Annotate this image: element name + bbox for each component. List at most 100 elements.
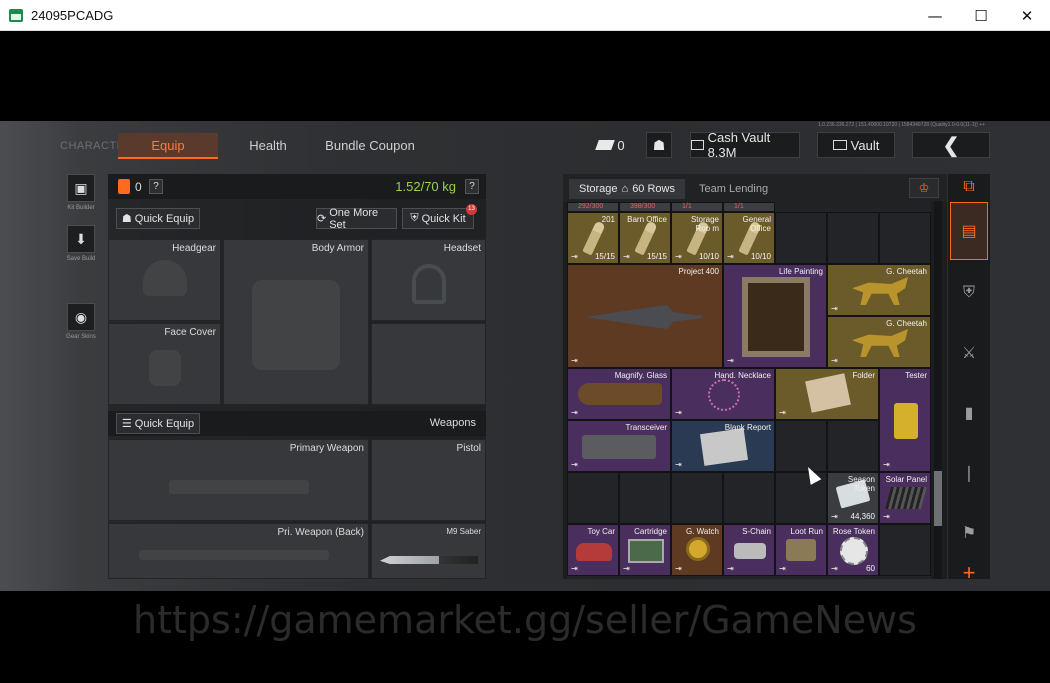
sort-button[interactable]: ♔ (909, 178, 939, 198)
plus-icon[interactable]: + (950, 544, 988, 591)
primary-weapon-slot[interactable]: Primary Weapon (108, 439, 369, 521)
storage-item-cell[interactable]: Tester ⇥ (879, 368, 931, 472)
gear-skins-tool[interactable]: ◉ Gear Skins (58, 303, 104, 340)
storage-item-cell[interactable]: Rose Token 60 ⇥ (827, 524, 879, 576)
storage-item-cell[interactable]: Magnify. Glass ⇥ (567, 368, 671, 420)
storage-item-cell[interactable]: Hand. Necklace ⇥ (671, 368, 775, 420)
empty-storage-cell[interactable] (827, 212, 879, 264)
storage-swap-icon[interactable]: ⧉ (950, 174, 988, 200)
pistol-label: Pistol (456, 443, 481, 454)
transfer-mark-icon: ⇥ (623, 564, 630, 573)
storage-item-name: Blank Report (724, 423, 771, 432)
partial-item-cell[interactable]: 1/1 (671, 202, 723, 212)
face-cover-label: Face Cover (164, 327, 216, 338)
quick-kit-button[interactable]: ⛨ Quick Kit 13 (402, 204, 477, 229)
magazine-icon[interactable]: ▮ (950, 384, 988, 442)
tab-equip[interactable]: Equip (118, 133, 218, 159)
storage-item-name: Storage Roo m (690, 215, 719, 233)
armor-icon[interactable]: ⛨ (950, 264, 988, 322)
storage-item-cell[interactable]: Life Painting ⇥ (723, 264, 827, 368)
back-button[interactable]: ❮ (912, 132, 990, 158)
tab-bundle-coupon[interactable]: Bundle Coupon (320, 133, 420, 159)
rose-image (840, 537, 868, 565)
headgear-slot[interactable]: Headgear (108, 239, 221, 321)
melee-slot[interactable]: M9 Saber (371, 523, 486, 579)
close-button[interactable]: ✕ (1004, 0, 1050, 31)
empty-storage-cell[interactable] (671, 472, 723, 524)
quick-equip-button[interactable]: ☗ Quick Equip (116, 208, 200, 229)
face-cover-slot[interactable]: Face Cover (108, 323, 221, 405)
empty-storage-cell[interactable] (879, 524, 931, 576)
partial-item-count: 398/300 (630, 203, 656, 210)
empty-storage-cell[interactable] (723, 472, 775, 524)
quick-equip-label: Quick Equip (134, 212, 195, 225)
storage-item-cell[interactable]: Folder ⇥ (775, 368, 879, 420)
cash-vault-button[interactable]: Cash Vault 8.3M (690, 130, 800, 160)
weight-help-icon[interactable]: ? (465, 179, 479, 194)
empty-storage-cell[interactable] (827, 420, 879, 472)
storage-item-cell[interactable]: Blank Report ⇥ (671, 420, 775, 472)
vault-button[interactable]: Vault (817, 132, 895, 158)
storage-scrollbar[interactable] (934, 201, 942, 579)
storage-item-cell[interactable]: Solar Panel ⇥ (879, 472, 931, 524)
storage-tabs-bar: Storage ⌂ 60 Rows Team Lending ♔ (563, 174, 947, 202)
save-build-tool[interactable]: ⬇ Save Build (58, 225, 104, 262)
empty-storage-cell[interactable] (567, 472, 619, 524)
headset-slot[interactable]: Headset (371, 239, 486, 321)
empty-storage-cell[interactable] (775, 212, 827, 264)
partial-item-cell[interactable]: 1/1 (723, 202, 775, 212)
bonds-counter[interactable]: 0 (590, 132, 632, 158)
avatar-button[interactable]: ☗ (646, 132, 672, 158)
storage-category-all[interactable]: ▤ (950, 202, 988, 260)
storage-item-cell[interactable]: S-Chain ⇥ (723, 524, 775, 576)
storage-category-nav: ⧉ ▤ ⛨ ⚔ ▮ ❘ ⚑ + (948, 174, 990, 585)
storage-item-count: 10/10 (698, 252, 719, 261)
ammo-icon[interactable]: ❘ (950, 444, 988, 502)
storage-item-cell[interactable]: General Office 10/10 ⇥ (723, 212, 775, 264)
storage-item-name: G. Cheetah (886, 319, 927, 328)
panel-image (885, 487, 927, 509)
storage-item-cell[interactable]: Season Token 44,360 ⇥ (827, 472, 879, 524)
partial-item-cell[interactable]: 398/300 (619, 202, 671, 212)
pri-weapon-back-slot[interactable]: Pri. Weapon (Back) (108, 523, 369, 579)
help-icon[interactable]: ? (149, 179, 163, 194)
storage-item-cell[interactable]: G. Cheetah ⇥ (827, 316, 931, 368)
rifle-icon[interactable]: ⚔ (950, 324, 988, 382)
body-armor-slot[interactable]: Body Armor (223, 239, 369, 405)
download-icon: ⬇ (67, 225, 95, 253)
app-icon (9, 9, 23, 22)
empty-storage-cell[interactable] (775, 420, 827, 472)
empty-storage-cell[interactable] (879, 212, 931, 264)
storage-tab[interactable]: Storage ⌂ 60 Rows (569, 179, 685, 199)
storage-item-cell[interactable]: Loot Run ⇥ (775, 524, 827, 576)
partial-item-count: 1/1 (734, 203, 744, 210)
partial-item-cell[interactable]: 292/300 (567, 202, 619, 212)
ticket-icon (595, 140, 616, 150)
helmet-icon: ☗ (121, 213, 132, 225)
storage-item-cell[interactable]: Toy Car ⇥ (567, 524, 619, 576)
storage-item-cell[interactable]: G. Watch ⇥ (671, 524, 723, 576)
kit-builder-tool[interactable]: ▣ Kit Builder (58, 174, 104, 211)
necklace-image (708, 379, 740, 411)
scroll-thumb[interactable] (934, 471, 942, 526)
tab-health[interactable]: Health (238, 133, 298, 159)
bonds-value: 0 (617, 137, 625, 153)
storage-item-cell[interactable]: Barn Office 15/15 ⇥ (619, 212, 671, 264)
storage-item-cell[interactable]: Storage Roo m 10/10 ⇥ (671, 212, 723, 264)
maximize-button[interactable]: ☐ (958, 0, 1004, 31)
team-lending-tab[interactable]: Team Lending (699, 183, 768, 195)
storage-item-cell[interactable]: Project 400 ⇥ (567, 264, 723, 368)
empty-storage-cell[interactable] (619, 472, 671, 524)
storage-item-cell[interactable]: Transceiver ⇥ (567, 420, 671, 472)
transfer-mark-icon: ⇥ (883, 460, 890, 469)
storage-item-cell[interactable]: G. Cheetah ⇥ (827, 264, 931, 316)
weapons-quick-equip-button[interactable]: ☰ Quick Equip (116, 413, 200, 434)
transfer-mark-icon: ⇥ (831, 564, 838, 573)
transfer-mark-icon: ⇥ (727, 564, 734, 573)
minimize-button[interactable]: — (912, 0, 958, 31)
storage-item-cell[interactable]: Cartridge ⇥ (619, 524, 671, 576)
storage-item-cell[interactable]: 201 15/15 ⇥ (567, 212, 619, 264)
pistol-slot[interactable]: Pistol (371, 439, 486, 521)
one-more-set-button[interactable]: ⟳ One More Set (316, 207, 397, 231)
rifle-back-silhouette (139, 550, 329, 560)
